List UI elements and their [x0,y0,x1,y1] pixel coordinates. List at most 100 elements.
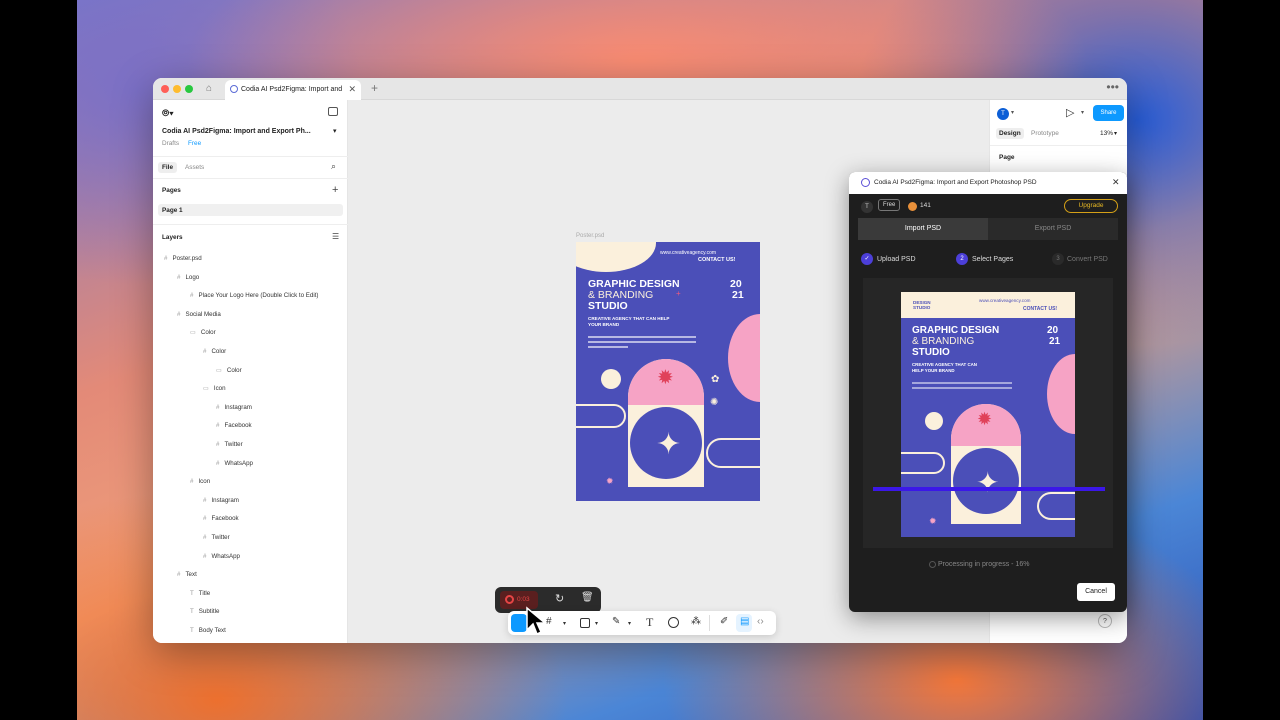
zoom-chevron-icon[interactable]: ▾ [1114,130,1117,137]
tab-close-icon[interactable]: ✕ [348,84,356,95]
file-title[interactable]: Codia AI Psd2Figma: Import and Export Ph… [162,128,311,135]
layer-name: WhatsApp [224,459,253,467]
figma-menu-icon[interactable]: ⦾▾ [162,108,174,119]
layer-item[interactable]: # Social Media [177,311,221,318]
plugin-header: Codia AI Psd2Figma: Import and Export Ph… [849,172,1127,194]
pen-tool-chevron-icon[interactable]: ▾ [628,620,631,627]
layer-item[interactable]: # Icon [190,478,210,485]
layers-options-icon[interactable]: ☰ [332,232,339,241]
layer-item[interactable]: # Place Your Logo Here (Double Click to E… [190,292,319,299]
layer-item[interactable]: ▭ Color [216,367,242,374]
present-chevron-icon[interactable]: ▾ [1081,109,1084,116]
layer-type-icon: # [190,478,194,486]
layer-item[interactable]: T Body Text [190,627,226,634]
upgrade-button[interactable]: Upgrade [1064,199,1118,213]
present-play-icon[interactable]: ▷ [1066,106,1074,119]
tab-import-psd[interactable]: Import PSD [858,218,988,240]
layer-item[interactable]: # Facebook [216,422,252,429]
sidebar-toggle-icon[interactable] [328,107,338,116]
divider [153,224,348,225]
layer-item[interactable]: ▭ Color [190,329,216,336]
poster-frame[interactable]: www.creativeagency.com CONTACT US! GRAPH… [576,242,760,501]
step-3-number: 3 [1052,253,1064,265]
add-page-icon[interactable]: + [332,184,338,196]
zoom-window-button[interactable] [185,85,193,93]
shape-tool-icon[interactable] [580,618,590,628]
poster-title-line3: STUDIO [588,300,628,312]
layer-type-icon: T [190,608,194,616]
layer-type-icon: ▭ [203,385,209,393]
dev-mode-icon[interactable]: ‹› [757,616,764,627]
poster-pink-circle [728,314,760,402]
preview-arch: ✦ ✹ [951,404,1021,524]
layer-item[interactable]: T Subtitle [190,608,219,615]
actions-icon[interactable]: ⁂ [691,616,701,627]
divider [709,615,710,631]
layer-name: Color [200,329,216,337]
cancel-button[interactable]: Cancel [1077,583,1115,601]
close-window-button[interactable] [161,85,169,93]
avatar-chevron-icon[interactable]: ▾ [1011,109,1014,116]
shape-tool-chevron-icon[interactable]: ▾ [595,620,598,627]
layer-item[interactable]: # WhatsApp [203,553,240,560]
layer-item[interactable]: # Twitter [203,534,230,541]
tab-file[interactable]: File [158,162,178,173]
poster-cream-corner [576,242,656,272]
plugin-user-avatar: T [861,201,873,213]
zoom-level[interactable]: 13% [1100,130,1113,137]
layer-name: Twitter [224,441,243,448]
preview-year-top: 20 [1047,325,1059,336]
layer-name: Social Media [185,310,221,318]
layer-item[interactable]: # Poster.psd [164,255,202,262]
poster-body-line [588,341,696,343]
layer-item[interactable]: # Instagram [216,404,252,411]
poster-burst-icon: ✹ [657,367,674,389]
help-button[interactable]: ? [1098,614,1112,628]
comment-tool-icon[interactable] [668,617,679,628]
layer-item[interactable]: # Facebook [203,515,239,522]
poster-star-icon: ✦ [656,428,682,461]
frame-tool-chevron-icon[interactable]: ▾ [563,620,566,627]
avatar[interactable]: T [997,108,1009,120]
tab-design[interactable]: Design [996,128,1024,139]
poster-arch: ✦ ✹ [628,359,704,487]
restart-icon[interactable]: ↻ [555,592,564,605]
share-button[interactable]: Share [1093,105,1124,121]
search-icon[interactable]: ⌕ [331,161,336,172]
layer-item[interactable]: T Title [190,590,210,597]
layer-name: Subtitle [198,608,220,616]
preview-pink-circle [1047,354,1075,434]
tab-export-psd[interactable]: Export PSD [988,218,1118,240]
page-item-page-1[interactable]: Page 1 [158,204,343,216]
tools-toolbar: # ▾ ▾ ✎ ▾ T ⁂ ✐ ▤ ‹› [508,611,776,635]
layer-item[interactable]: # Twitter [216,441,243,448]
more-icon[interactable]: ••• [1106,80,1119,94]
layer-name: Title [198,589,211,597]
preview-dotted-ball [925,412,943,430]
pen-tool-icon[interactable]: ✎ [612,616,620,627]
plugin-close-icon[interactable]: ✕ [1112,177,1120,188]
layer-item[interactable]: ▭ Icon [203,385,226,392]
layer-item[interactable]: # WhatsApp [216,460,253,467]
file-menu-chevron-icon[interactable]: ▾ [333,127,337,135]
layer-type-icon: # [177,571,181,579]
layer-item[interactable]: # Color [203,348,226,355]
draw-mode-icon[interactable]: ✐ [720,616,728,627]
layer-item[interactable]: # Logo [177,274,199,281]
layer-item[interactable]: # Instagram [203,497,239,504]
home-icon[interactable]: ⌂ [206,83,212,94]
tab-prototype[interactable]: Prototype [1031,130,1059,137]
preview-tagline: CREATIVE AGENCY THAT CAN HELP YOUR BRAND [912,362,977,373]
tab-title: Codia AI Psd2Figma: Import and [241,86,343,93]
delete-recording-icon[interactable]: 🗑 [581,592,594,603]
frame-label[interactable]: Poster.psd [576,233,604,239]
screen: ⌂ Codia AI Psd2Figma: Import and ✕ + •••… [0,0,1280,720]
plugin-plan-badge: Free [878,199,901,211]
new-tab-button[interactable]: + [371,81,378,95]
layer-item[interactable]: # Text [177,571,197,578]
tab-assets[interactable]: Assets [185,164,204,171]
minimize-window-button[interactable] [173,85,181,93]
drafts-label[interactable]: Drafts [162,140,179,147]
browser-tab[interactable]: Codia AI Psd2Figma: Import and ✕ [225,80,361,100]
text-tool-icon[interactable]: T [646,615,653,630]
